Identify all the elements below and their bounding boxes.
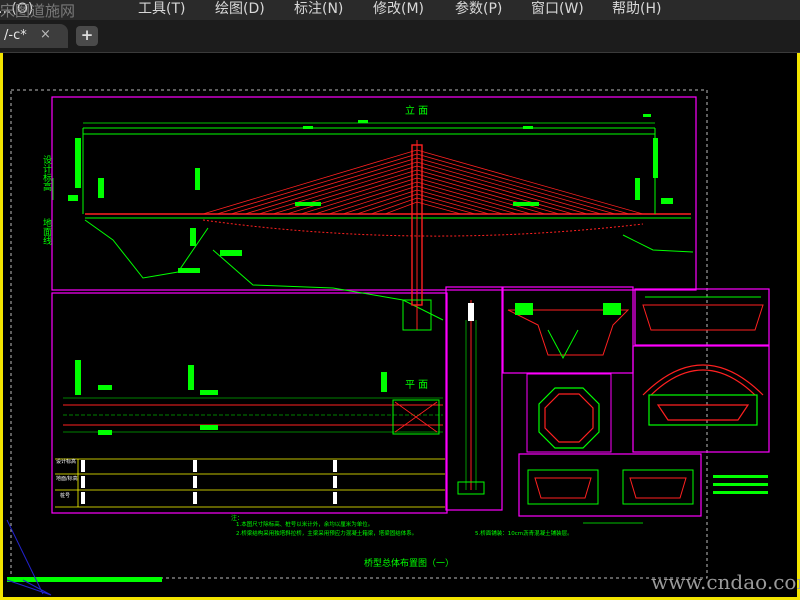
cable-left (370, 197, 418, 215)
cable-left (314, 181, 418, 215)
legend-bars (713, 475, 768, 494)
menu-dimension[interactable]: 标注(N) (294, 0, 343, 18)
section-1-detail (507, 303, 630, 360)
menu-bar: ...(O) 工具(T) 绘图(D) 标注(N) 修改(M) 参数(P) 窗口(… (0, 0, 800, 20)
elevation-deck (82, 127, 694, 321)
section-2-detail (642, 296, 764, 331)
cable-left (230, 157, 418, 215)
menu-window[interactable]: 窗口(W) (531, 0, 584, 18)
table-markers (81, 460, 337, 504)
cable-right (416, 197, 476, 215)
plan-title: 平 面 (405, 380, 429, 391)
section-frame-4 (518, 453, 702, 517)
document-tab-bar: /-c* × + (0, 20, 800, 53)
sheet-boundary (10, 89, 708, 579)
section-4-detail (527, 469, 694, 505)
cable-left (356, 193, 418, 215)
new-tab-button[interactable]: + (76, 26, 98, 46)
ucs-icon (6, 519, 52, 596)
menu-tools[interactable]: 工具(T) (138, 0, 185, 18)
menu-modify[interactable]: 修改(M) (373, 0, 424, 18)
tower-detail (457, 300, 485, 495)
watermark-text: www.cndao.com (651, 570, 800, 594)
cable-left (328, 185, 418, 215)
cable-left (272, 169, 418, 215)
cable-right (416, 193, 490, 215)
table-row-station: 桩号 (60, 493, 71, 499)
menu-draw[interactable]: 绘图(D) (215, 0, 265, 18)
side-label-design: 设计标高 (41, 155, 51, 191)
elevation-frame (51, 96, 697, 291)
cable-right (416, 181, 532, 215)
elevation-title: 立 面 (405, 106, 429, 117)
close-tab-icon[interactable]: × (40, 27, 51, 42)
stay-cables (202, 149, 644, 215)
cable-right (416, 169, 574, 215)
section-3-detail (642, 364, 764, 426)
side-label-ground: 地面线 (41, 218, 51, 245)
table-row-design-elevation: 设计标高 (56, 459, 77, 465)
elevation-annotations (68, 114, 673, 273)
watermark-logo: 宋图道施网 (0, 2, 76, 20)
section-frame-1 (502, 286, 634, 374)
note-5: 5.桥面铺装：10cm沥青混凝土铺装层。 (475, 531, 573, 537)
table-row-ground-elevation: 地面/标高 (56, 476, 78, 482)
document-tab-title: /-c* (4, 28, 27, 43)
cad-drawing (6, 89, 770, 596)
section-frame-3 (632, 345, 770, 453)
menu-parameters[interactable]: 参数(P) (455, 0, 502, 18)
cable-right (416, 177, 546, 215)
sheet-title: 桥型总体布置图（一） (364, 559, 455, 569)
note-2: 2.桥梁结构采用独塔斜拉桥，主梁采用预应力混凝土箱梁，塔梁固结体系。 (236, 531, 418, 537)
cable-right (416, 189, 504, 215)
plan-table (55, 458, 445, 508)
menu-help[interactable]: 帮助(H) (612, 0, 661, 18)
status-bar-indicator (7, 577, 162, 582)
plan-deck (63, 360, 443, 435)
document-tab[interactable]: /-c* × (0, 24, 68, 48)
plan-frame (51, 292, 448, 514)
cable-left (286, 173, 418, 215)
cable-right (416, 165, 588, 215)
octagon-section (538, 387, 600, 449)
note-1: 1.本图尺寸除标高、桩号以米计外，余均以厘米为单位。 (236, 522, 374, 528)
cable-right (416, 161, 602, 215)
cable-left (244, 161, 418, 215)
drawing-canvas[interactable]: 立 面 平 面 桥型总体布置图（一） 设计标高 地面/标高 桩号 注： 1.本图… (3, 53, 797, 597)
